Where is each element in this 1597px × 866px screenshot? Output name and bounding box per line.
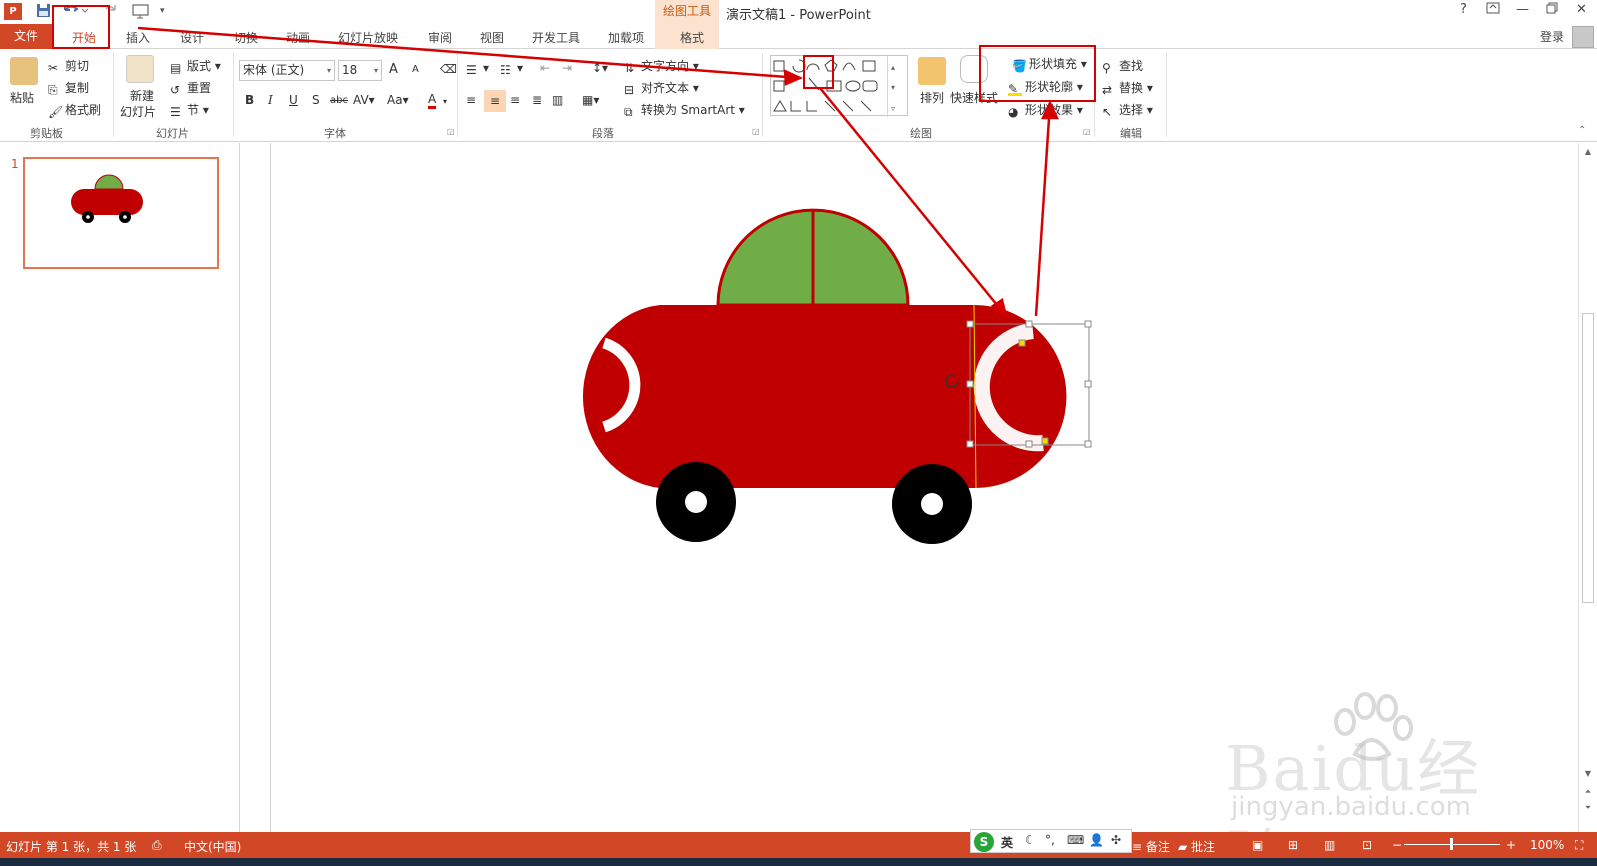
scroll-thumb[interactable] [1582,313,1594,603]
notes-button[interactable]: ≡ 备注 [1132,838,1170,855]
zoom-slider-thumb[interactable] [1450,838,1453,850]
ime-moon-icon[interactable]: ☾ [1025,833,1036,847]
annotation-box-shape-fill-outline [979,45,1096,102]
next-slide-icon[interactable]: ⏷ [1581,803,1595,815]
ime-language-toggle[interactable]: 英 [1001,834,1013,851]
vertical-scrollbar[interactable]: ▲ ▼ ⏶ ⏷ [1578,143,1597,832]
comments-button[interactable]: ▰ 批注 [1178,838,1215,855]
status-bar: 幻灯片 第 1 张，共 1 张 ⎙ 中文(中国) ≡ 备注 ▰ 批注 ▣ ⊞ ▥… [0,832,1597,858]
car-hubcap-front [685,491,707,513]
sogou-logo-icon[interactable]: S [974,832,994,852]
language-status[interactable]: 中文(中国) [184,838,241,855]
annotation-arrows [137,26,1059,320]
slideshow-view-icon[interactable]: ⊡ [1362,838,1372,852]
watermark-url: jingyan.baidu.com [1231,792,1471,822]
notes-icon: ≡ [1132,840,1146,854]
slide-count-status: 幻灯片 第 1 张，共 1 张 [6,840,137,854]
zoom-level[interactable]: 100% [1530,838,1564,852]
scroll-up-icon[interactable]: ▲ [1581,147,1595,159]
previous-slide-icon[interactable]: ⏶ [1581,787,1595,799]
windows-taskbar [0,858,1597,866]
zoom-in-button[interactable]: + [1506,838,1516,852]
zoom-out-button[interactable]: − [1392,838,1402,852]
ime-toolbar[interactable]: S 英 ☾ °, ⌨ 👤 ✣ [970,829,1132,853]
annotation-box-home-tab [52,5,110,49]
ime-user-icon[interactable]: 👤 [1089,833,1104,847]
car-hubcap-rear [921,493,943,515]
ime-punctuation-icon[interactable]: °, [1045,833,1055,847]
ime-apps-icon[interactable]: ✣ [1111,833,1121,847]
normal-view-icon[interactable]: ▣ [1252,838,1263,852]
reading-view-icon[interactable]: ▥ [1324,838,1335,852]
car-body [582,305,1067,488]
fit-slide-icon[interactable]: ⛶ [1575,838,1583,853]
proofing-icon[interactable]: ⎙ [152,838,162,853]
baidu-watermark: Baidu经验 jingyan.baidu.com [1225,692,1515,866]
ime-keyboard-icon[interactable]: ⌨ [1067,833,1084,847]
comment-icon: ▰ [1178,840,1192,854]
scroll-down-icon[interactable]: ▼ [1581,769,1595,781]
slide-sorter-icon[interactable]: ⊞ [1288,838,1298,852]
annotation-box-arc-shape [803,55,834,89]
